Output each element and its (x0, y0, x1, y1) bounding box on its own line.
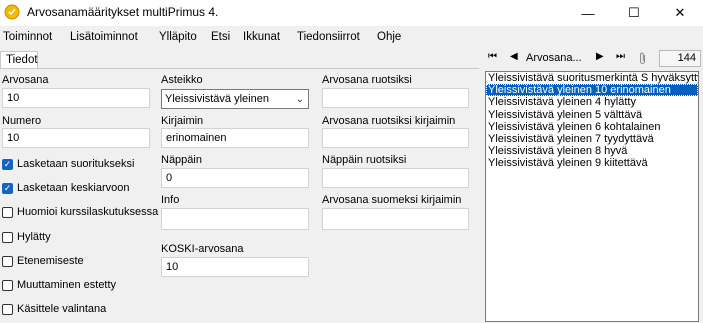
paperclip-icon[interactable] (638, 52, 647, 65)
swedish-grade-label: Arvosana ruotsiksi (322, 74, 412, 86)
last-record-icon[interactable]: ⏭ (616, 51, 625, 62)
record-navigator: ⏮ ◀ Arvosana... ▶ ⏭ 144 (484, 49, 703, 69)
checkbox-icon[interactable] (2, 279, 13, 291)
list-item-selected[interactable]: Yleissivistävä yleinen 10 erinomainen (486, 84, 698, 97)
koski-label: KOSKI-arvosana (161, 243, 244, 255)
list-item[interactable]: Yleissivistävä yleinen 9 kiitettävä (486, 157, 698, 169)
record-list[interactable]: Yleissivistävä suoritusmerkintä S hyväks… (485, 71, 699, 322)
key-field[interactable]: 0 (161, 168, 309, 188)
chevron-down-icon[interactable]: ⌄ (296, 91, 304, 109)
next-record-icon[interactable]: ▶ (596, 51, 604, 62)
scale-select-value: Yleissivistävä yleinen (165, 93, 269, 105)
first-record-icon[interactable]: ⏮ (488, 51, 497, 62)
checkbox-muuttaminen-estetty[interactable]: Muuttaminen estetty (2, 279, 116, 291)
grade-field[interactable]: 10 (2, 88, 150, 108)
menu-item-yllapito[interactable]: Ylläpito (159, 31, 197, 43)
checkbox-icon[interactable] (2, 231, 13, 243)
checkbox-checked-icon[interactable]: ✓ (2, 158, 13, 170)
checkbox-label: Etenemiseste (17, 255, 84, 267)
checkbox-lasketaan-suoritukseksi[interactable]: ✓ Lasketaan suoritukseksi (2, 158, 134, 170)
checkbox-label: Hylätty (17, 231, 51, 243)
scale-select[interactable]: Yleissivistävä yleinen ⌄ (161, 89, 309, 109)
number-label: Numero (2, 115, 42, 127)
tab-tiedot[interactable]: Tiedot (0, 51, 38, 68)
minimize-button[interactable]: — (565, 0, 611, 26)
menu-item-lisatoiminnot[interactable]: Lisätoiminnot (70, 31, 138, 43)
checkbox-label: Käsittele valintana (17, 303, 107, 315)
checkbox-icon[interactable] (2, 206, 13, 218)
checkbox-label: Muuttaminen estetty (17, 279, 117, 291)
checkbox-checked-icon[interactable]: ✓ (2, 182, 13, 194)
menu-item-etsi[interactable]: Etsi (211, 31, 230, 43)
list-item[interactable]: Yleissivistävä yleinen 6 kohtalainen (486, 121, 698, 133)
grade-label: Arvosana (2, 74, 49, 86)
menu-bar: Toiminnot Lisätoiminnot Ylläpito Etsi Ik… (0, 27, 703, 47)
key-label: Näppäin (161, 154, 202, 166)
list-item[interactable]: Yleissivistävä yleinen 7 tyydyttävä (486, 133, 698, 145)
menu-item-tiedonsiirrot[interactable]: Tiedonsiirrot (297, 31, 360, 43)
finnish-letters-label: Arvosana suomeksi kirjaimin (322, 194, 462, 206)
checkbox-label: Huomioi kurssilaskutuksessa (17, 206, 159, 218)
scale-label: Asteikko (161, 74, 203, 86)
checkbox-hylatty[interactable]: Hylätty (2, 231, 51, 243)
swedish-letters-label: Arvosana ruotsiksi kirjaimin (322, 115, 456, 127)
finnish-letters-field[interactable] (322, 208, 469, 230)
checkbox-label: Lasketaan keskiarvoon (17, 182, 130, 194)
swedish-grade-field[interactable] (322, 88, 469, 108)
swedish-key-field[interactable] (322, 168, 469, 188)
maximize-button[interactable]: ☐ (611, 0, 657, 26)
navigator-label: Arvosana... (526, 52, 582, 64)
number-field[interactable]: 10 (2, 128, 150, 148)
menu-item-toiminnot[interactable]: Toiminnot (3, 31, 52, 43)
info-field[interactable] (161, 208, 309, 230)
checkbox-kasittele-valintana[interactable]: Käsittele valintana (2, 303, 106, 315)
checkbox-etenemiseste[interactable]: Etenemiseste (2, 255, 84, 267)
menu-item-ohje[interactable]: Ohje (377, 31, 401, 43)
menu-item-ikkunat[interactable]: Ikkunat (243, 31, 280, 43)
record-count: 144 (659, 50, 701, 67)
info-label: Info (161, 194, 180, 206)
list-item[interactable]: Yleissivistävä yleinen 5 välttävä (486, 109, 698, 121)
swedish-letters-field[interactable] (322, 128, 469, 148)
close-button[interactable]: ✕ (657, 0, 703, 26)
checkbox-lasketaan-keskiarvoon[interactable]: ✓ Lasketaan keskiarvoon (2, 182, 130, 194)
swedish-key-label: Näppäin ruotsiksi (322, 154, 407, 166)
checkbox-huomioi-kurssilaskutuksessa[interactable]: Huomioi kurssilaskutuksessa (2, 206, 158, 218)
list-item[interactable]: Yleissivistävä suoritusmerkintä S hyväks… (486, 72, 698, 84)
app-icon (4, 4, 20, 20)
koski-field[interactable]: 10 (161, 257, 309, 277)
checkbox-icon[interactable] (2, 255, 13, 267)
list-item[interactable]: Yleissivistävä yleinen 4 hylätty (486, 96, 698, 108)
checkbox-label: Lasketaan suoritukseksi (17, 158, 135, 170)
letters-label: Kirjaimin (161, 115, 204, 127)
previous-record-icon[interactable]: ◀ (510, 51, 518, 62)
letters-field[interactable]: erinomainen (161, 128, 309, 148)
list-item[interactable]: Yleissivistävä yleinen 8 hyvä (486, 145, 698, 157)
title-bar: Arvosanamääritykset multiPrimus 4. — ☐ ✕ (0, 0, 703, 26)
window-title: Arvosanamääritykset multiPrimus 4. (27, 5, 219, 19)
checkbox-icon[interactable] (2, 303, 13, 315)
